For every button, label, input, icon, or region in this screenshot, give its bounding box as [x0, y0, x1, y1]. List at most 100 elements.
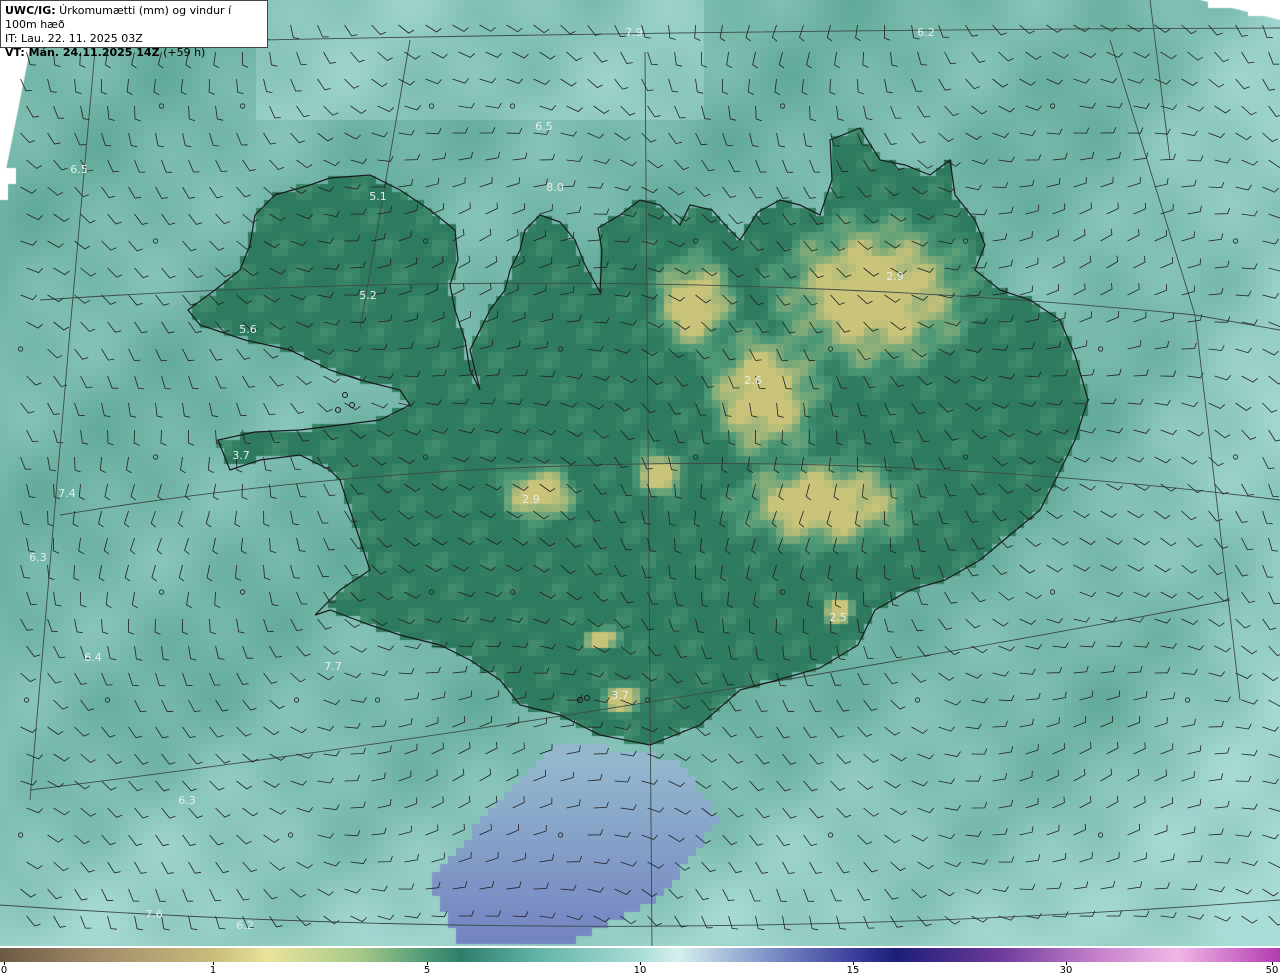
- wind-barb: [1079, 591, 1096, 598]
- wind-barb: [101, 888, 114, 902]
- wind-barb: [674, 375, 689, 387]
- wind-barb: [641, 888, 658, 898]
- wind-barb: [317, 78, 331, 91]
- wind-barb: [938, 456, 951, 469]
- wind-barb: [344, 774, 360, 782]
- wind-barb: [236, 834, 252, 845]
- wind-barb: [539, 853, 554, 863]
- wind-barb: [188, 807, 203, 819]
- wind-barb: [188, 159, 200, 173]
- wind-barb: [182, 132, 192, 148]
- wind-barb: [998, 429, 1015, 438]
- wind-barb: [809, 267, 824, 279]
- wind-barb: [998, 695, 1015, 702]
- wind-barb: [161, 213, 175, 226]
- wind-barb: [1052, 152, 1068, 161]
- wind-barb: [1046, 824, 1060, 836]
- wind-barb: [101, 132, 112, 147]
- wind-barb: [998, 206, 1014, 215]
- wind-barb: [1025, 483, 1042, 493]
- wind-barb: [188, 699, 201, 712]
- wind-barb: [371, 402, 388, 409]
- wind-barb: [80, 807, 96, 817]
- wind-barb: [857, 726, 873, 737]
- wind-barb: [1262, 618, 1276, 631]
- wind-barb: [178, 564, 185, 582]
- wind-barb: [944, 537, 956, 551]
- wind-barb: [641, 510, 651, 525]
- wind-barb: [1262, 672, 1279, 682]
- wind-barb: [803, 132, 813, 148]
- wind-barb: [641, 456, 653, 470]
- wind-barb: [1127, 823, 1140, 836]
- wind-barb: [1208, 720, 1224, 728]
- wind-barb: [323, 319, 340, 326]
- wind-barb: [938, 833, 956, 840]
- wind-barb: [452, 24, 469, 32]
- wind-barb: [836, 213, 851, 225]
- wind-barb: [862, 51, 869, 68]
- value-label: 7.9: [625, 26, 643, 39]
- wind-barb: [182, 240, 197, 252]
- wind-barb: [884, 402, 896, 416]
- wind-barb: [479, 456, 496, 463]
- wind-barb: [674, 807, 691, 815]
- wind-barb: [728, 159, 741, 173]
- wind-barb: [620, 804, 637, 811]
- wind-barb: [317, 725, 335, 731]
- wind-barb: [323, 159, 340, 167]
- wind-barb: [1160, 797, 1173, 809]
- wind-barb: [1073, 768, 1086, 782]
- wind-barb: [668, 24, 676, 40]
- wind-barb: [1046, 128, 1063, 135]
- wind-barb: [701, 375, 714, 388]
- wind-barb: [1160, 692, 1176, 701]
- wind-barb: [1187, 798, 1202, 809]
- wind-barb: [753, 591, 759, 609]
- wind-barb: [674, 699, 690, 710]
- wind-barb: [1025, 643, 1042, 650]
- wind-barb: [1232, 454, 1239, 460]
- wind-barb: [1079, 368, 1095, 377]
- wind-barb: [452, 176, 466, 188]
- wind-barb: [911, 186, 928, 195]
- wind-barb: [506, 617, 524, 623]
- wind-barb: [128, 294, 143, 306]
- wind-barb: [371, 456, 387, 466]
- wind-barb: [188, 645, 197, 661]
- wind-barb: [128, 348, 141, 362]
- wind-barb: [296, 807, 314, 813]
- wind-barb: [80, 591, 87, 608]
- wind-barb: [593, 375, 610, 381]
- wind-barb: [890, 537, 897, 554]
- wind-barb: [182, 726, 196, 739]
- wind-barb: [479, 768, 492, 782]
- wind-barb: [509, 589, 516, 595]
- wind-barb: [1160, 642, 1177, 649]
- wind-barb: [728, 861, 742, 874]
- wind-barb: [134, 861, 147, 874]
- wind-barb: [344, 830, 361, 837]
- wind-barb: [485, 151, 500, 161]
- wind-barb: [47, 618, 58, 632]
- wind-barb: [668, 186, 685, 196]
- wind-barb: [587, 564, 602, 576]
- wind-barb: [184, 483, 191, 501]
- wind-barb: [620, 750, 637, 757]
- wind-barb: [1106, 202, 1119, 215]
- value-label: 7.7: [324, 660, 342, 673]
- wind-barb: [911, 348, 928, 358]
- colorbar-tick-label: 15: [846, 965, 860, 976]
- wind-barb: [1268, 159, 1280, 168]
- wind-barb: [890, 807, 907, 816]
- wind-barb: [344, 672, 361, 679]
- wind-barb: [938, 78, 952, 91]
- wind-barb: [883, 510, 890, 527]
- wind-barb: [53, 699, 69, 710]
- wind-barb: [965, 290, 982, 297]
- wind-barb: [809, 807, 824, 819]
- wind-barb: [296, 105, 310, 118]
- wind-barb: [344, 132, 361, 140]
- wind-barb: [1073, 823, 1086, 836]
- wind-barb: [161, 321, 175, 334]
